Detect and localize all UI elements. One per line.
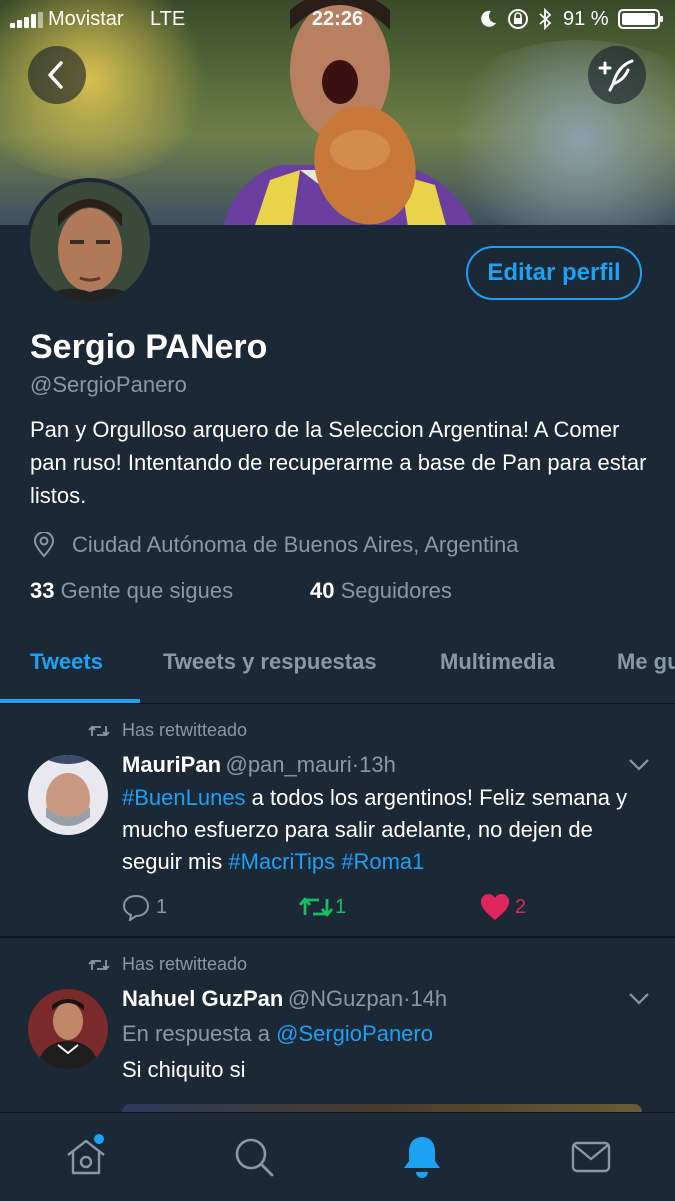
battery-percent: 91 % [563, 8, 609, 30]
tweet-header: MauriPan @pan_mauri·13h [122, 752, 396, 778]
tweet-author-name[interactable]: Nahuel GuzPan [122, 986, 283, 1011]
reply-context: En respuesta a @SergioPanero [122, 1018, 433, 1050]
retweet-count: 1 [335, 896, 347, 918]
tab-messages[interactable] [567, 1133, 615, 1181]
tweet-time: 13h [359, 752, 396, 777]
back-icon [48, 61, 63, 89]
chevron-down-icon[interactable] [628, 992, 649, 1010]
reply-icon [122, 894, 150, 923]
profile-tabs: Tweets Tweets y respuestas Multimedia Me… [0, 625, 675, 704]
reply-button[interactable] [122, 893, 150, 923]
tab-tweets[interactable]: Tweets [30, 649, 103, 675]
tab-search[interactable] [230, 1133, 278, 1181]
tweet-author-handle[interactable]: @pan_mauri [225, 752, 351, 777]
tab-tweets-and-replies[interactable]: Tweets y respuestas [163, 649, 377, 675]
retweet-label: Has retwitteado [122, 954, 248, 974]
followers-label: Seguidores [340, 578, 452, 603]
tab-notifications[interactable] [398, 1133, 446, 1181]
hashtag-link[interactable]: #Roma1 [341, 849, 424, 874]
like-count: 2 [515, 896, 527, 918]
tweet-author-name[interactable]: MauriPan [122, 752, 221, 777]
bluetooth-icon [538, 7, 552, 31]
tweet-time: 14h [410, 986, 448, 1011]
retweet-icon [88, 722, 110, 740]
moon-icon [478, 9, 498, 29]
active-tab-indicator [0, 699, 140, 703]
retweet-label: Has retwitteado [122, 720, 248, 740]
bottom-tab-bar [0, 1112, 675, 1201]
rotation-lock-icon [507, 8, 529, 30]
profile-avatar[interactable] [26, 178, 154, 306]
tweet-media-preview[interactable] [122, 1104, 642, 1112]
tweet-text: #BuenLunes a todos los argentinos! Feliz… [122, 782, 652, 878]
tweet-text: Si chiquito si [122, 1057, 246, 1082]
reply-prefix: En respuesta a [122, 1021, 270, 1046]
tab-home[interactable] [62, 1133, 110, 1181]
messages-icon [571, 1141, 611, 1173]
following-number: 33 [30, 578, 55, 603]
like-button[interactable] [480, 893, 510, 921]
tweet-avatar[interactable] [28, 755, 108, 835]
followers-number: 40 [310, 578, 335, 603]
tweet-avatar[interactable] [28, 989, 108, 1069]
compose-tweet-button[interactable] [588, 46, 646, 104]
following-label: Gente que sigues [60, 578, 234, 603]
retweet-icon [88, 956, 110, 974]
profile-location: Ciudad Autónoma de Buenos Aires, Argenti… [72, 532, 519, 557]
reply-to-mention[interactable]: @SergioPanero [276, 1021, 433, 1046]
hashtag-link[interactable]: #BuenLunes [122, 785, 246, 810]
search-icon [235, 1138, 274, 1177]
dot-separator: · [351, 752, 360, 777]
following-count[interactable]: 33 Gente que sigues [30, 578, 233, 604]
notifications-icon [404, 1137, 440, 1178]
heart-icon [481, 894, 509, 920]
battery-icon [618, 9, 664, 29]
home-icon [67, 1134, 105, 1175]
chevron-down-icon[interactable] [628, 758, 649, 776]
edit-profile-button[interactable]: Editar perfil [466, 246, 642, 300]
location-pin-icon [32, 531, 56, 558]
profile-bio: Pan y Orgulloso arquero de la Seleccion … [30, 417, 647, 508]
back-button[interactable] [28, 46, 86, 104]
reply-count: 1 [156, 896, 168, 918]
profile-name: Sergio PANero [30, 328, 268, 366]
retweet-icon [298, 897, 334, 917]
tab-media[interactable]: Multimedia [440, 649, 555, 675]
compose-icon [598, 59, 634, 92]
tweet-author-handle[interactable]: @NGuzpan [288, 986, 403, 1011]
followers-count[interactable]: 40 Seguidores [310, 578, 452, 604]
retweet-button[interactable] [298, 894, 334, 920]
hashtag-link[interactable]: #MacriTips [228, 849, 335, 874]
tweet-header: Nahuel GuzPan @NGuzpan·14h [122, 986, 447, 1012]
profile-handle: @SergioPanero [30, 372, 187, 397]
tab-likes[interactable]: Me gusta [617, 649, 675, 675]
